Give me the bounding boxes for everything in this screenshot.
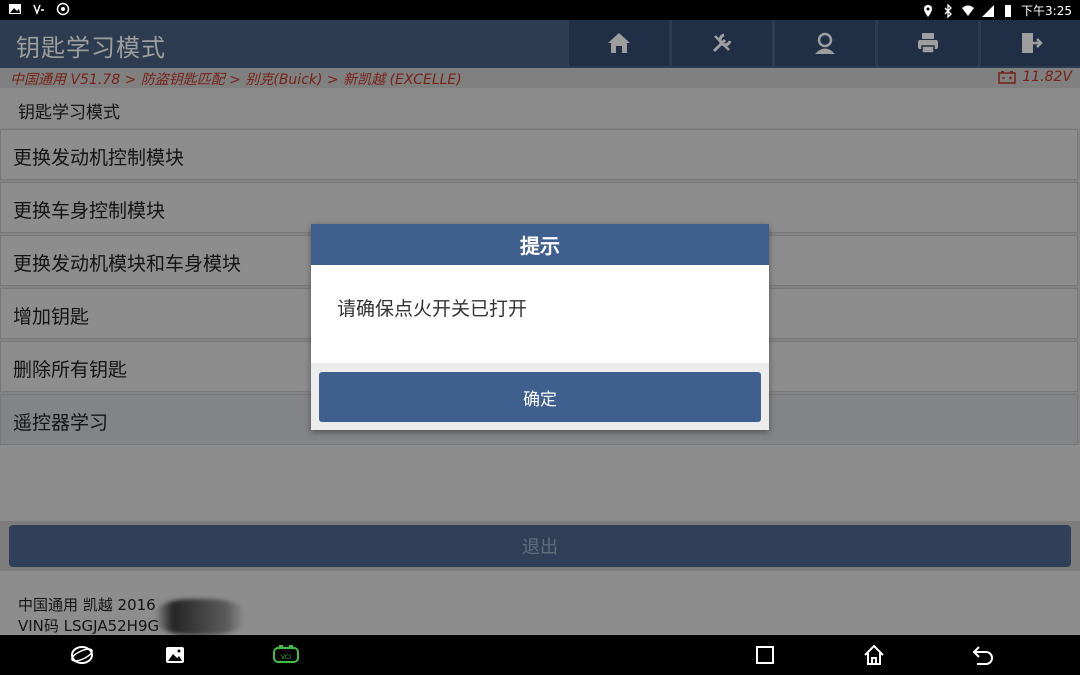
home-nav-icon[interactable] xyxy=(862,643,886,667)
prompt-dialog: 提示 请确保点火开关已打开 确定 xyxy=(311,224,769,430)
gallery-icon[interactable] xyxy=(163,643,187,667)
svg-text:VCI: VCI xyxy=(281,654,291,661)
settings-notification-icon xyxy=(56,2,70,16)
wifi-icon xyxy=(962,5,975,16)
bluetooth-icon xyxy=(944,3,952,18)
usb-debug-icon xyxy=(33,4,44,16)
status-time: 下午3:25 xyxy=(1021,4,1072,18)
cell-signal-icon xyxy=(982,4,995,17)
confirm-button[interactable]: 确定 xyxy=(319,372,761,422)
dialog-body: 请确保点火开关已打开 xyxy=(311,265,769,363)
dialog-message: 请确保点火开关已打开 xyxy=(337,298,528,320)
gallery-notification-icon xyxy=(9,4,21,14)
browser-icon[interactable] xyxy=(70,643,94,667)
navigation-bar: VCI xyxy=(0,635,1080,675)
status-bar: 下午3:25 xyxy=(0,0,1080,20)
battery-icon xyxy=(1005,4,1012,17)
back-icon[interactable] xyxy=(971,643,995,667)
dialog-title: 提示 xyxy=(311,224,769,265)
recent-apps-icon[interactable] xyxy=(753,643,777,667)
vci-connector-icon[interactable]: VCI xyxy=(272,643,300,667)
location-icon xyxy=(924,4,933,17)
